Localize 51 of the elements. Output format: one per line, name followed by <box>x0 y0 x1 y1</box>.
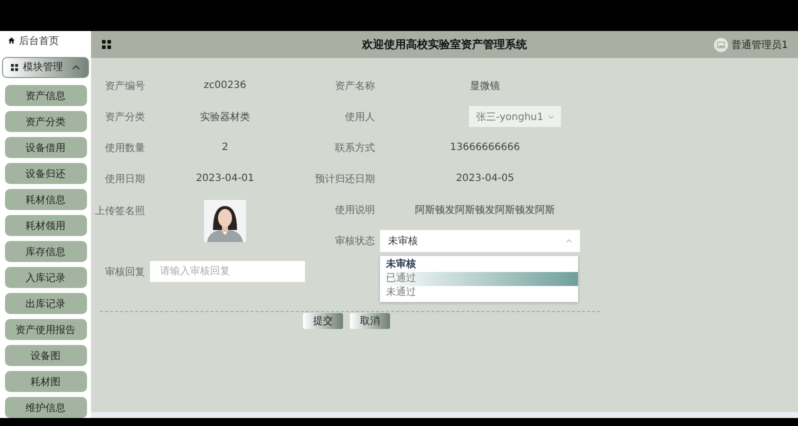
caret-icon <box>72 64 80 70</box>
field-label: 上传签名照 <box>94 204 145 218</box>
sidebar-item[interactable]: 维护信息 <box>4 397 86 418</box>
sidebar-item[interactable]: 设备图 <box>4 345 86 366</box>
page-title: 欢迎使用高校实验室资产管理系统 <box>362 37 527 52</box>
sidebar-item[interactable]: 资产信息 <box>4 85 86 106</box>
field-value: 2 <box>222 142 228 153</box>
user-name[interactable]: 普通管理员1 <box>732 38 788 52</box>
reply-input[interactable]: 请输入审核回复 <box>150 261 305 282</box>
sidebar-item[interactable]: 资产使用报告 <box>4 319 86 340</box>
grid-icon <box>11 64 18 71</box>
field-value: 2023-04-05 <box>456 173 514 184</box>
sidebar-item[interactable]: 设备借用 <box>4 137 86 158</box>
home-link[interactable]: 后台首页 <box>0 31 91 50</box>
field-label: 预计归还日期 <box>314 172 375 186</box>
sidebar-item[interactable]: 设备归还 <box>4 163 86 184</box>
dropdown-option[interactable]: 已通过 <box>380 272 578 286</box>
sidebar-item[interactable]: 耗材信息 <box>4 189 86 210</box>
form-button[interactable]: 取消 <box>350 313 390 329</box>
sidebar-item[interactable]: 耗材领用 <box>4 215 86 236</box>
menu-group-button[interactable]: 模块管理 <box>2 56 89 78</box>
sidebar-item[interactable]: 耗材图 <box>4 371 86 392</box>
field-value: zc00236 <box>204 80 246 91</box>
status-select[interactable]: 未审核 <box>380 230 580 252</box>
dropdown-option[interactable]: 未通过 <box>380 286 578 300</box>
field-label: 使用说明 <box>334 204 375 216</box>
field-label: 审核状态 <box>334 234 375 248</box>
menu-icon[interactable] <box>102 40 111 49</box>
field-label: 资产编号 <box>104 80 145 92</box>
field-value: 阿斯顿发阿斯顿发阿斯顿发阿斯 <box>415 204 555 216</box>
dropdown-option[interactable]: 未审核 <box>380 258 578 272</box>
field-value: 实验器材类 <box>200 110 250 124</box>
field-value: 2023-04-01 <box>196 173 254 184</box>
field-value: 13666666666 <box>450 142 520 153</box>
field-label: 联系方式 <box>334 142 375 154</box>
sidebar-item[interactable]: 出库记录 <box>4 293 86 314</box>
sidebar-item[interactable]: 入库记录 <box>4 267 86 288</box>
field-label: 资产分类 <box>104 110 145 124</box>
field-label: 使用日期 <box>104 172 145 186</box>
caret-icon <box>566 238 572 242</box>
field-label: 使用人 <box>344 110 375 124</box>
sidebar-item[interactable]: 资产分类 <box>4 111 86 132</box>
form-button[interactable]: 提交 <box>303 313 343 329</box>
chevron-icon <box>548 114 554 118</box>
field-label: 审核回复 <box>104 266 145 278</box>
field-label: 使用数量 <box>104 142 145 154</box>
sidebar-item[interactable]: 库存信息 <box>4 241 86 262</box>
home-icon <box>8 37 15 44</box>
field-value: 显微镜 <box>470 80 500 92</box>
user-select[interactable]: 张三-yonghu1 <box>469 106 561 127</box>
field-label: 资产名称 <box>334 80 375 92</box>
